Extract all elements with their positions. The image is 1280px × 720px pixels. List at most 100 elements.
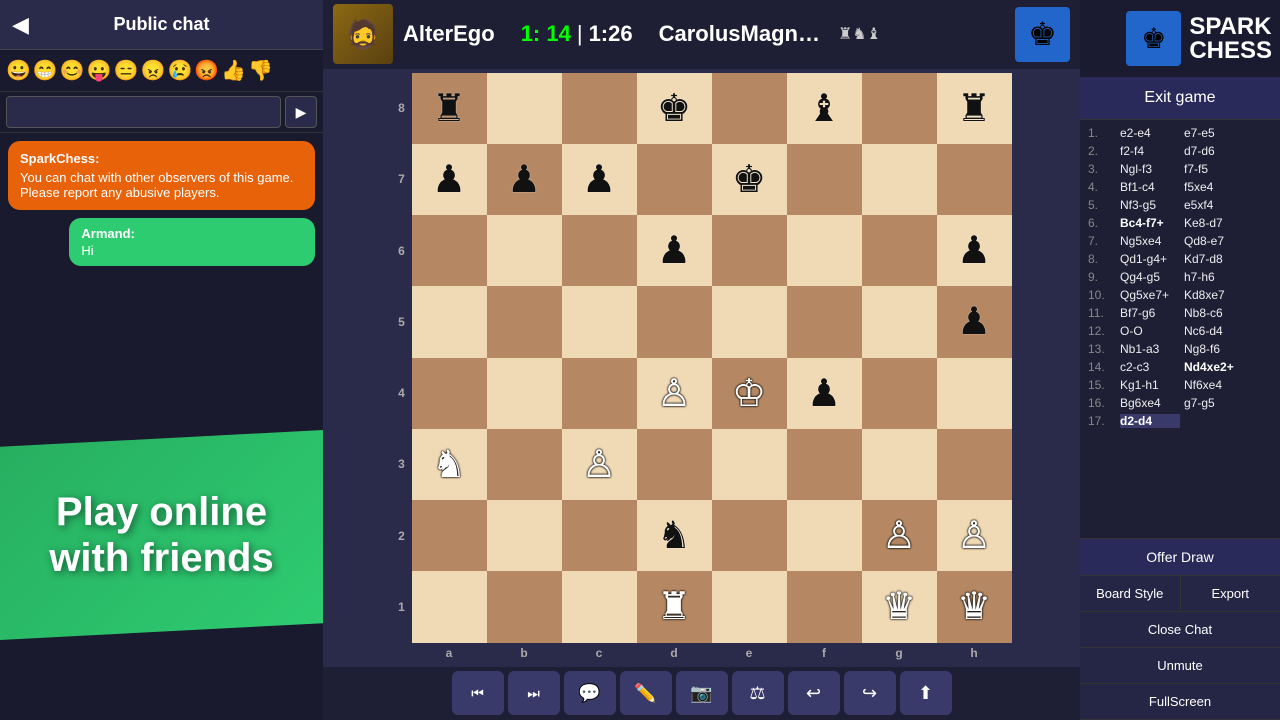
cell-b6[interactable] — [487, 215, 562, 286]
cell-b8[interactable] — [487, 73, 562, 144]
redo-button[interactable]: ↪ — [844, 671, 896, 715]
undo-button[interactable]: ↩ — [788, 671, 840, 715]
emoji-9[interactable]: 👍 — [221, 58, 246, 83]
move-white[interactable]: Nf3-g5 — [1120, 198, 1180, 212]
cell-a6[interactable] — [412, 215, 487, 286]
cell-f2[interactable] — [787, 500, 862, 571]
move-white[interactable]: Qd1-g4+ — [1120, 252, 1180, 266]
move-white[interactable]: O-O — [1120, 324, 1180, 338]
emoji-8[interactable]: 😡 — [194, 58, 219, 83]
edit-button[interactable]: ✏️ — [620, 671, 672, 715]
cell-d8[interactable]: ♚ — [637, 73, 712, 144]
close-chat-button[interactable]: Close Chat — [1080, 612, 1280, 648]
move-white[interactable]: Qg4-g5 — [1120, 270, 1180, 284]
cell-b3[interactable] — [487, 429, 562, 500]
move-white[interactable]: e2-e4 — [1120, 126, 1180, 140]
balance-button[interactable]: ⚖ — [732, 671, 784, 715]
move-white[interactable]: Kg1-h1 — [1120, 378, 1180, 392]
move-black[interactable]: Nd4xe2+ — [1184, 360, 1244, 374]
cell-b7[interactable]: ♟ — [487, 144, 562, 215]
move-white[interactable]: d2-d4 — [1120, 414, 1180, 428]
move-black[interactable]: e7-e5 — [1184, 126, 1244, 140]
cell-e4[interactable]: ♔ — [712, 358, 787, 429]
move-black[interactable]: d7-d6 — [1184, 144, 1244, 158]
cell-e6[interactable] — [712, 215, 787, 286]
cell-a3[interactable]: ♞ — [412, 429, 487, 500]
move-black[interactable]: g7-g5 — [1184, 396, 1244, 410]
cell-c4[interactable] — [562, 358, 637, 429]
cell-f6[interactable] — [787, 215, 862, 286]
move-black[interactable]: Nc6-d4 — [1184, 324, 1244, 338]
cell-b5[interactable] — [487, 286, 562, 357]
cell-h3[interactable] — [937, 429, 1012, 500]
cell-a5[interactable] — [412, 286, 487, 357]
chat-send-button[interactable]: ▶ — [285, 96, 317, 128]
chat-input[interactable] — [6, 96, 281, 128]
cell-e5[interactable] — [712, 286, 787, 357]
cell-h2[interactable]: ♙ — [937, 500, 1012, 571]
skip-forward-button[interactable]: ⏭ — [508, 671, 560, 715]
cell-b2[interactable] — [487, 500, 562, 571]
unmute-button[interactable]: Unmute — [1080, 648, 1280, 684]
cell-d1[interactable]: ♜ — [637, 571, 712, 642]
cell-b1[interactable] — [487, 571, 562, 642]
cell-g7[interactable] — [862, 144, 937, 215]
cell-c3[interactable]: ♙ — [562, 429, 637, 500]
emoji-7[interactable]: 😢 — [167, 58, 192, 83]
move-white[interactable]: c2-c3 — [1120, 360, 1180, 374]
cell-f5[interactable] — [787, 286, 862, 357]
move-white[interactable]: f2-f4 — [1120, 144, 1180, 158]
cell-h7[interactable] — [937, 144, 1012, 215]
move-black[interactable]: Kd7-d8 — [1184, 252, 1244, 266]
move-black[interactable]: f7-f5 — [1184, 162, 1244, 176]
cell-c1[interactable] — [562, 571, 637, 642]
cell-g4[interactable] — [862, 358, 937, 429]
export-button[interactable]: Export — [1181, 576, 1280, 611]
cell-f7[interactable] — [787, 144, 862, 215]
move-white[interactable]: Bf1-c4 — [1120, 180, 1180, 194]
cell-g6[interactable] — [862, 215, 937, 286]
cell-h1[interactable]: ♛ — [937, 571, 1012, 642]
move-black[interactable]: Kd8xe7 — [1184, 288, 1244, 302]
skip-back-button[interactable]: ⏮ — [452, 671, 504, 715]
cell-d7[interactable] — [637, 144, 712, 215]
cell-h4[interactable] — [937, 358, 1012, 429]
cell-g8[interactable] — [862, 73, 937, 144]
camera-button[interactable]: 📷 — [676, 671, 728, 715]
chat-toggle-button[interactable]: 💬 — [564, 671, 616, 715]
cell-c8[interactable] — [562, 73, 637, 144]
cell-h6[interactable]: ♟ — [937, 215, 1012, 286]
cell-g3[interactable] — [862, 429, 937, 500]
move-white[interactable]: Ng5xe4 — [1120, 234, 1180, 248]
move-white[interactable]: Bf7-g6 — [1120, 306, 1180, 320]
move-white[interactable]: Ngl-f3 — [1120, 162, 1180, 176]
cell-e3[interactable] — [712, 429, 787, 500]
cell-e1[interactable] — [712, 571, 787, 642]
cell-f8[interactable]: ♝ — [787, 73, 862, 144]
cell-e7[interactable]: ♚ — [712, 144, 787, 215]
cell-f3[interactable] — [787, 429, 862, 500]
move-black[interactable]: Ng8-f6 — [1184, 342, 1244, 356]
cell-f4[interactable]: ♟ — [787, 358, 862, 429]
cell-a1[interactable] — [412, 571, 487, 642]
emoji-6[interactable]: 😠 — [141, 58, 166, 83]
cell-d5[interactable] — [637, 286, 712, 357]
back-button[interactable]: ◀ — [12, 12, 29, 38]
cell-c5[interactable] — [562, 286, 637, 357]
move-black[interactable]: Nf6xe4 — [1184, 378, 1244, 392]
emoji-1[interactable]: 😀 — [6, 58, 31, 83]
emoji-5[interactable]: 😑 — [114, 58, 139, 83]
emoji-2[interactable]: 😁 — [33, 58, 58, 83]
cell-g2[interactable]: ♙ — [862, 500, 937, 571]
cell-c6[interactable] — [562, 215, 637, 286]
offer-draw-button[interactable]: Offer Draw — [1080, 538, 1280, 576]
exit-game-button[interactable]: Exit game — [1080, 77, 1280, 120]
cell-d4[interactable]: ♙ — [637, 358, 712, 429]
cell-d6[interactable]: ♟ — [637, 215, 712, 286]
move-black[interactable]: Nb8-c6 — [1184, 306, 1244, 320]
cell-a8[interactable]: ♜ — [412, 73, 487, 144]
cell-g5[interactable] — [862, 286, 937, 357]
cell-d2[interactable]: ♞ — [637, 500, 712, 571]
cell-e2[interactable] — [712, 500, 787, 571]
cell-a7[interactable]: ♟ — [412, 144, 487, 215]
